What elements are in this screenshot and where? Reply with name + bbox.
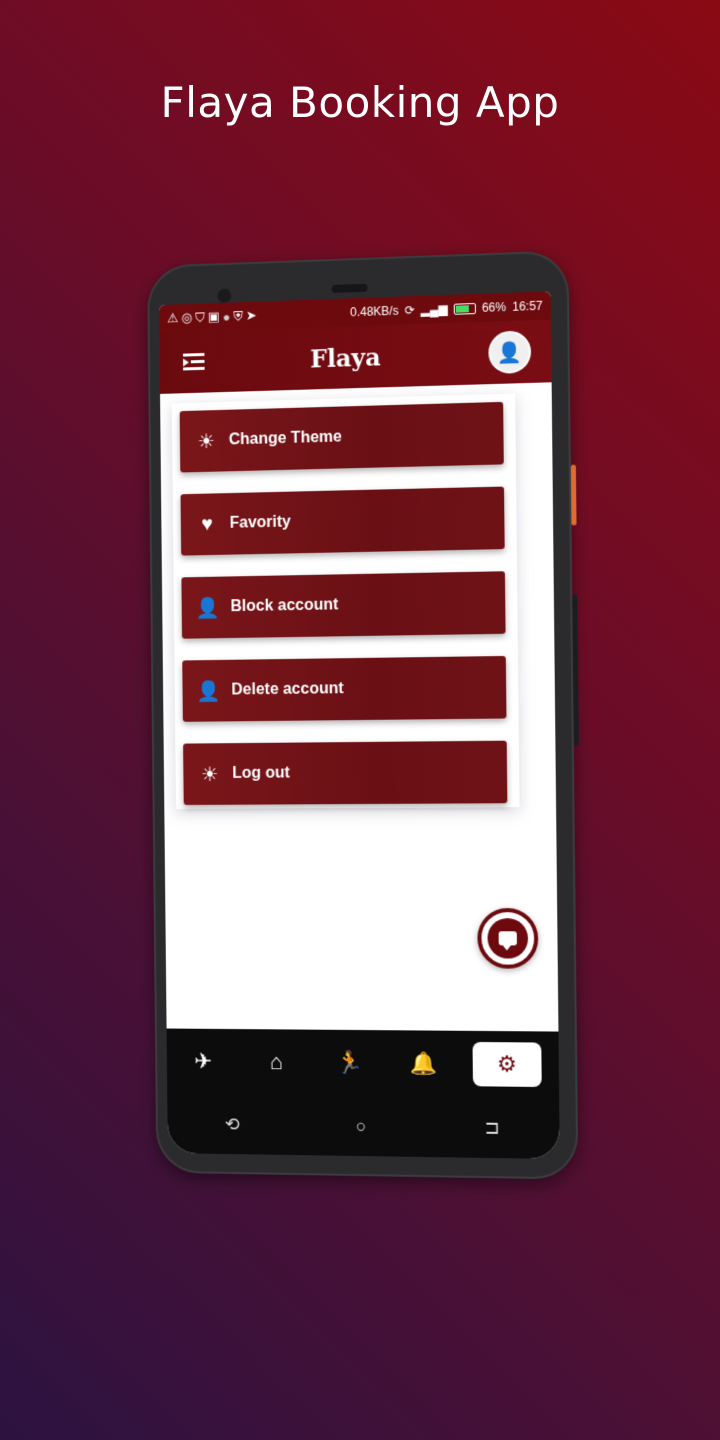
signal-icon: ▂▄▆	[421, 302, 448, 317]
recent-apps-icon[interactable]: ⟲	[225, 1114, 240, 1135]
rotate-icon: ⟳	[404, 303, 414, 317]
nav-flights[interactable]: ✈	[178, 1039, 229, 1083]
heart-icon: ♥	[192, 513, 222, 536]
block-account-button[interactable]: 👤 Block account	[181, 571, 505, 638]
change-theme-button[interactable]: ☀ Change Theme	[180, 402, 504, 473]
log-out-button[interactable]: ☀ Log out	[183, 741, 507, 805]
cast-icon: ▣	[208, 309, 220, 325]
whatsapp-icon: ◎	[181, 310, 192, 326]
volume-button	[572, 594, 579, 746]
nav-home[interactable]: ⌂	[250, 1040, 302, 1084]
home-icon: ⌂	[269, 1049, 282, 1075]
phone-screen: ⚠ ◎ ⛉ ▣ ● ⛨ ➤ 0.48KB/s ⟳ ▂▄▆ 66% 16:57 F…	[159, 291, 560, 1159]
delete-account-button[interactable]: 👤 Delete account	[182, 656, 506, 722]
menu-item-label: Delete account	[231, 680, 343, 699]
chat-button[interactable]	[477, 908, 538, 969]
back-icon[interactable]: ⊐	[484, 1117, 499, 1138]
brightness-icon: ☀	[192, 428, 222, 454]
walking-icon: 🏃	[336, 1050, 363, 1076]
avatar[interactable]: 👤	[488, 330, 531, 374]
plane-icon: ✈	[194, 1049, 212, 1075]
battery-percent: 66%	[482, 300, 506, 315]
gear-icon: ⚙	[497, 1051, 517, 1077]
home-button-icon[interactable]: ○	[356, 1115, 367, 1136]
system-nav: ⟲ ○ ⊐	[167, 1094, 560, 1159]
nav-activities[interactable]: 🏃	[324, 1041, 376, 1085]
remove-user-icon: 👤	[193, 595, 223, 620]
app-bar: Flaya 👤	[159, 320, 551, 394]
chat-button-inner	[487, 918, 528, 958]
phone-frame: ⚠ ◎ ⛉ ▣ ● ⛨ ➤ 0.48KB/s ⟳ ▂▄▆ 66% 16:57 F…	[147, 250, 578, 1179]
record-icon: ●	[223, 309, 231, 324]
network-speed: 0.48KB/s	[350, 304, 399, 320]
menu-item-label: Favority	[230, 514, 291, 533]
brightness-icon: ☀	[195, 762, 225, 787]
menu-item-label: Block account	[230, 596, 338, 616]
battery-icon	[454, 302, 476, 314]
menu-item-label: Log out	[232, 765, 290, 783]
nav-notifications[interactable]: 🔔	[398, 1041, 451, 1086]
favority-button[interactable]: ♥ Favority	[181, 487, 505, 556]
shield-icon: ⛨	[233, 308, 243, 324]
clock: 16:57	[512, 299, 543, 314]
shirt-icon: ⛉	[195, 309, 205, 325]
bell-icon: 🔔	[410, 1050, 438, 1076]
earpiece	[332, 284, 368, 293]
front-camera	[217, 289, 231, 303]
app-title: Flaya	[310, 342, 381, 373]
telegram-icon: ➤	[246, 308, 257, 324]
bottom-nav: ✈ ⌂ 🏃 🔔 ⚙	[167, 1029, 560, 1099]
warning-icon: ⚠	[167, 310, 179, 326]
chat-icon	[499, 931, 517, 945]
promo-title: Flaya Booking App	[0, 78, 720, 127]
menu-icon[interactable]	[183, 353, 205, 371]
user-icon: 👤	[497, 339, 522, 365]
nav-settings[interactable]: ⚙	[472, 1042, 541, 1087]
settings-card: ☀ Change Theme ♥ Favority 👤 Block accoun…	[172, 393, 520, 809]
remove-user-icon: 👤	[194, 678, 224, 703]
power-button	[571, 465, 577, 526]
notification-icons: ⚠ ◎ ⛉ ▣ ● ⛨ ➤	[167, 308, 257, 327]
menu-item-label: Change Theme	[229, 428, 342, 449]
